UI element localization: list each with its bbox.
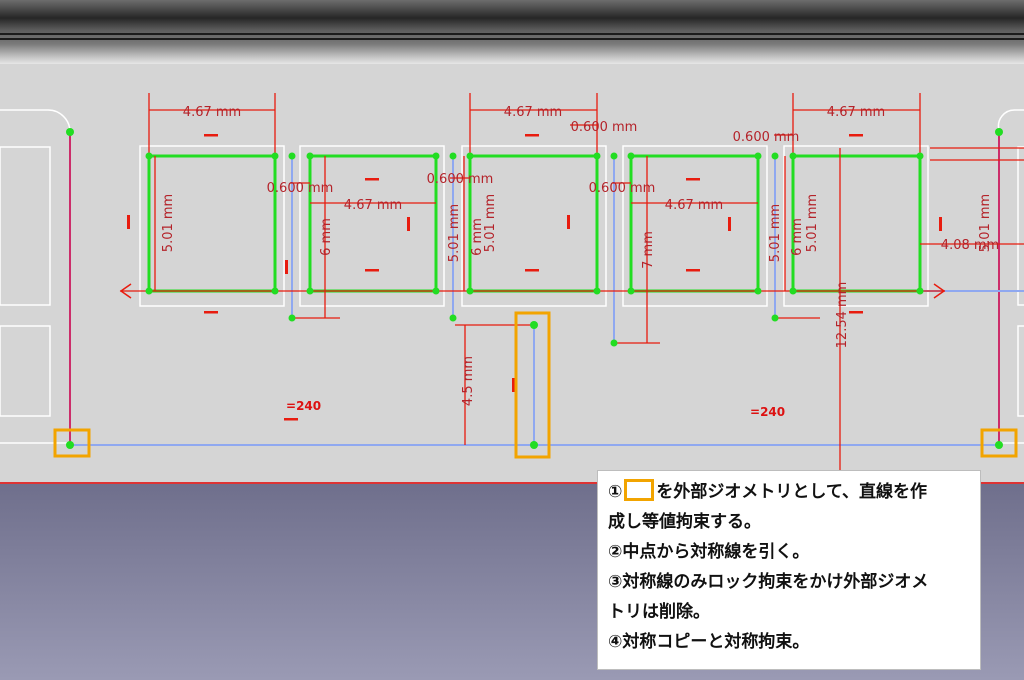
dimension-height-5[interactable]: 5.01 mm: [805, 194, 820, 252]
dimension-lines: [120, 93, 1024, 470]
dimension-height-2[interactable]: 5.01 mm: [447, 204, 462, 262]
dimension-offset-5[interactable]: 0.600 mm: [589, 181, 656, 196]
dimension-right[interactable]: 4.08 mm: [941, 238, 999, 253]
step1-number: ①: [608, 482, 623, 502]
instruction-note: ① を外部ジオメトリとして、直線を作 成し等値拘束する。 ②中点から対称線を引く。…: [597, 470, 981, 670]
dimension-height-4[interactable]: 5.01 mm: [768, 204, 783, 262]
dimension-bottom[interactable]: 4.5 mm: [461, 356, 476, 406]
instruction-step3-line1: ③対称線のみロック拘束をかけ外部ジオメ: [608, 572, 929, 592]
dimension-seven[interactable]: 7 mm: [641, 231, 656, 269]
orange-box-icon: [624, 479, 655, 501]
external-geometry-left: [0, 109, 71, 444]
dimension-six-1[interactable]: 6 mm: [319, 218, 334, 256]
dimension-width-5[interactable]: 4.67 mm: [665, 198, 723, 213]
construction-lines[interactable]: [70, 156, 1024, 446]
dimension-width-1[interactable]: 4.67 mm: [183, 105, 241, 120]
instruction-step3-line2: トリは削除。: [608, 602, 710, 622]
instruction-step4: ④対称コピーと対称拘束。: [608, 632, 810, 652]
dimension-offset-2[interactable]: 0.600 mm: [733, 130, 800, 145]
highlight-boxes[interactable]: [53, 311, 1018, 459]
dimension-six-2[interactable]: 6 mm: [470, 218, 485, 256]
dimension-total-height[interactable]: 12.54 mm: [835, 282, 850, 349]
dimension-offset-4[interactable]: 0.600 mm: [427, 172, 494, 187]
dimension-offset-1[interactable]: 0.600 mm: [571, 120, 638, 135]
equal-constraint-right[interactable]: =240: [750, 405, 785, 419]
dimension-width-3[interactable]: 4.67 mm: [827, 105, 885, 120]
dimension-offset-3[interactable]: 0.600 mm: [267, 181, 334, 196]
instruction-step1-line2: 成し等値拘束する。: [608, 512, 761, 532]
instruction-step1-line1: ① を外部ジオメトリとして、直線を作: [608, 477, 970, 507]
dimension-width-2[interactable]: 4.67 mm: [504, 105, 562, 120]
dimension-height-1[interactable]: 5.01 mm: [161, 194, 176, 252]
dimension-six-3[interactable]: 6 mm: [790, 218, 805, 256]
equal-constraint-left[interactable]: =240: [286, 399, 321, 413]
dimension-height-3[interactable]: 5.01 mm: [483, 194, 498, 252]
instruction-step2: ②中点から対称線を引く。: [608, 542, 810, 562]
dimension-width-4[interactable]: 4.67 mm: [344, 198, 402, 213]
step1-text: を外部ジオメトリとして、直線を作: [656, 482, 928, 502]
